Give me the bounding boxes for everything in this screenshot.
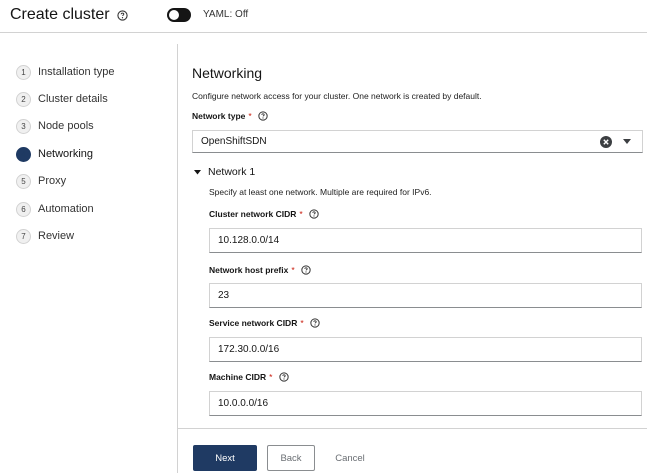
- help-icon[interactable]: [310, 318, 320, 328]
- clear-icon[interactable]: [600, 136, 612, 148]
- step-label: Networking: [38, 148, 94, 160]
- field-label-text: Cluster network CIDR: [209, 209, 297, 219]
- network-type-label: Network type *: [192, 111, 268, 121]
- machine-cidr-input[interactable]: 10.0.0.0/16: [209, 391, 642, 416]
- required-indicator: *: [291, 265, 295, 275]
- page-header: Create cluster YAML: Off: [0, 0, 647, 33]
- machine-cidr-label: Machine CIDR *: [209, 372, 289, 382]
- network-description: Specify at least one network. Multiple a…: [209, 187, 432, 197]
- caret-down-icon: [194, 170, 201, 175]
- wizard-nav: 1 Installation type 2 Cluster details 3 …: [0, 44, 178, 473]
- wizard-step-proxy[interactable]: 5 Proxy: [16, 173, 171, 191]
- wizard-step-installation-type[interactable]: 1 Installation type: [16, 64, 171, 82]
- help-icon[interactable]: [258, 111, 268, 121]
- step-number: 6: [16, 202, 31, 217]
- caret-down-icon[interactable]: [623, 139, 631, 145]
- field-label-text: Network host prefix: [209, 265, 289, 275]
- section-description: Configure network access for your cluste…: [192, 91, 482, 101]
- page-title: Create cluster: [10, 6, 110, 23]
- network-host-prefix-label: Network host prefix *: [209, 265, 311, 275]
- help-icon[interactable]: [301, 265, 311, 275]
- step-label: Review: [38, 230, 75, 242]
- step-label: Cluster details: [38, 93, 108, 105]
- toggle-knob: [169, 10, 179, 20]
- step-number: 3: [16, 119, 31, 134]
- service-network-cidr-label: Service network CIDR *: [209, 318, 320, 328]
- step-label: Installation type: [38, 66, 115, 78]
- wizard-step-cluster-details[interactable]: 2 Cluster details: [16, 91, 171, 109]
- field-label-text: Machine CIDR: [209, 372, 267, 382]
- help-icon[interactable]: [309, 209, 319, 219]
- step-number: 2: [16, 92, 31, 107]
- network-type-value: OpenShiftSDN: [201, 136, 267, 147]
- wizard-step-networking[interactable]: 4 Networking: [16, 146, 171, 164]
- step-label: Automation: [38, 203, 94, 215]
- service-network-cidr-input[interactable]: 172.30.0.0/16: [209, 337, 642, 362]
- wizard-step-automation[interactable]: 6 Automation: [16, 201, 171, 219]
- network-1-toggle[interactable]: Network 1: [194, 166, 394, 180]
- help-icon[interactable]: [279, 372, 289, 382]
- cancel-button[interactable]: Cancel: [329, 445, 371, 471]
- cluster-network-cidr-label: Cluster network CIDR *: [209, 209, 319, 219]
- next-button[interactable]: Next: [193, 445, 257, 471]
- field-label-text: Service network CIDR: [209, 318, 298, 328]
- wizard-step-review[interactable]: 7 Review: [16, 228, 171, 246]
- wizard-step-node-pools[interactable]: 3 Node pools: [16, 118, 171, 136]
- back-button[interactable]: Back: [267, 445, 315, 471]
- step-number-current: 4: [16, 147, 31, 162]
- required-indicator: *: [269, 372, 273, 382]
- network-host-prefix-input[interactable]: 23: [209, 283, 642, 308]
- help-icon[interactable]: [117, 10, 128, 21]
- step-number: 1: [16, 65, 31, 80]
- wizard-footer: Next Back Cancel: [178, 428, 647, 473]
- required-indicator: *: [248, 111, 252, 121]
- section-title: Networking: [192, 65, 263, 81]
- cluster-network-cidr-input[interactable]: 10.128.0.0/14: [209, 228, 642, 253]
- step-number: 5: [16, 174, 31, 189]
- step-label: Proxy: [38, 175, 67, 187]
- required-indicator: *: [299, 209, 303, 219]
- field-label-text: Network type: [192, 111, 246, 121]
- yaml-toggle[interactable]: [167, 8, 191, 22]
- network-title: Network 1: [208, 166, 256, 178]
- yaml-toggle-label: YAML: Off: [203, 9, 249, 20]
- network-type-select[interactable]: OpenShiftSDN: [192, 130, 643, 153]
- required-indicator: *: [300, 318, 304, 328]
- step-number: 7: [16, 229, 31, 244]
- step-label: Node pools: [38, 120, 94, 132]
